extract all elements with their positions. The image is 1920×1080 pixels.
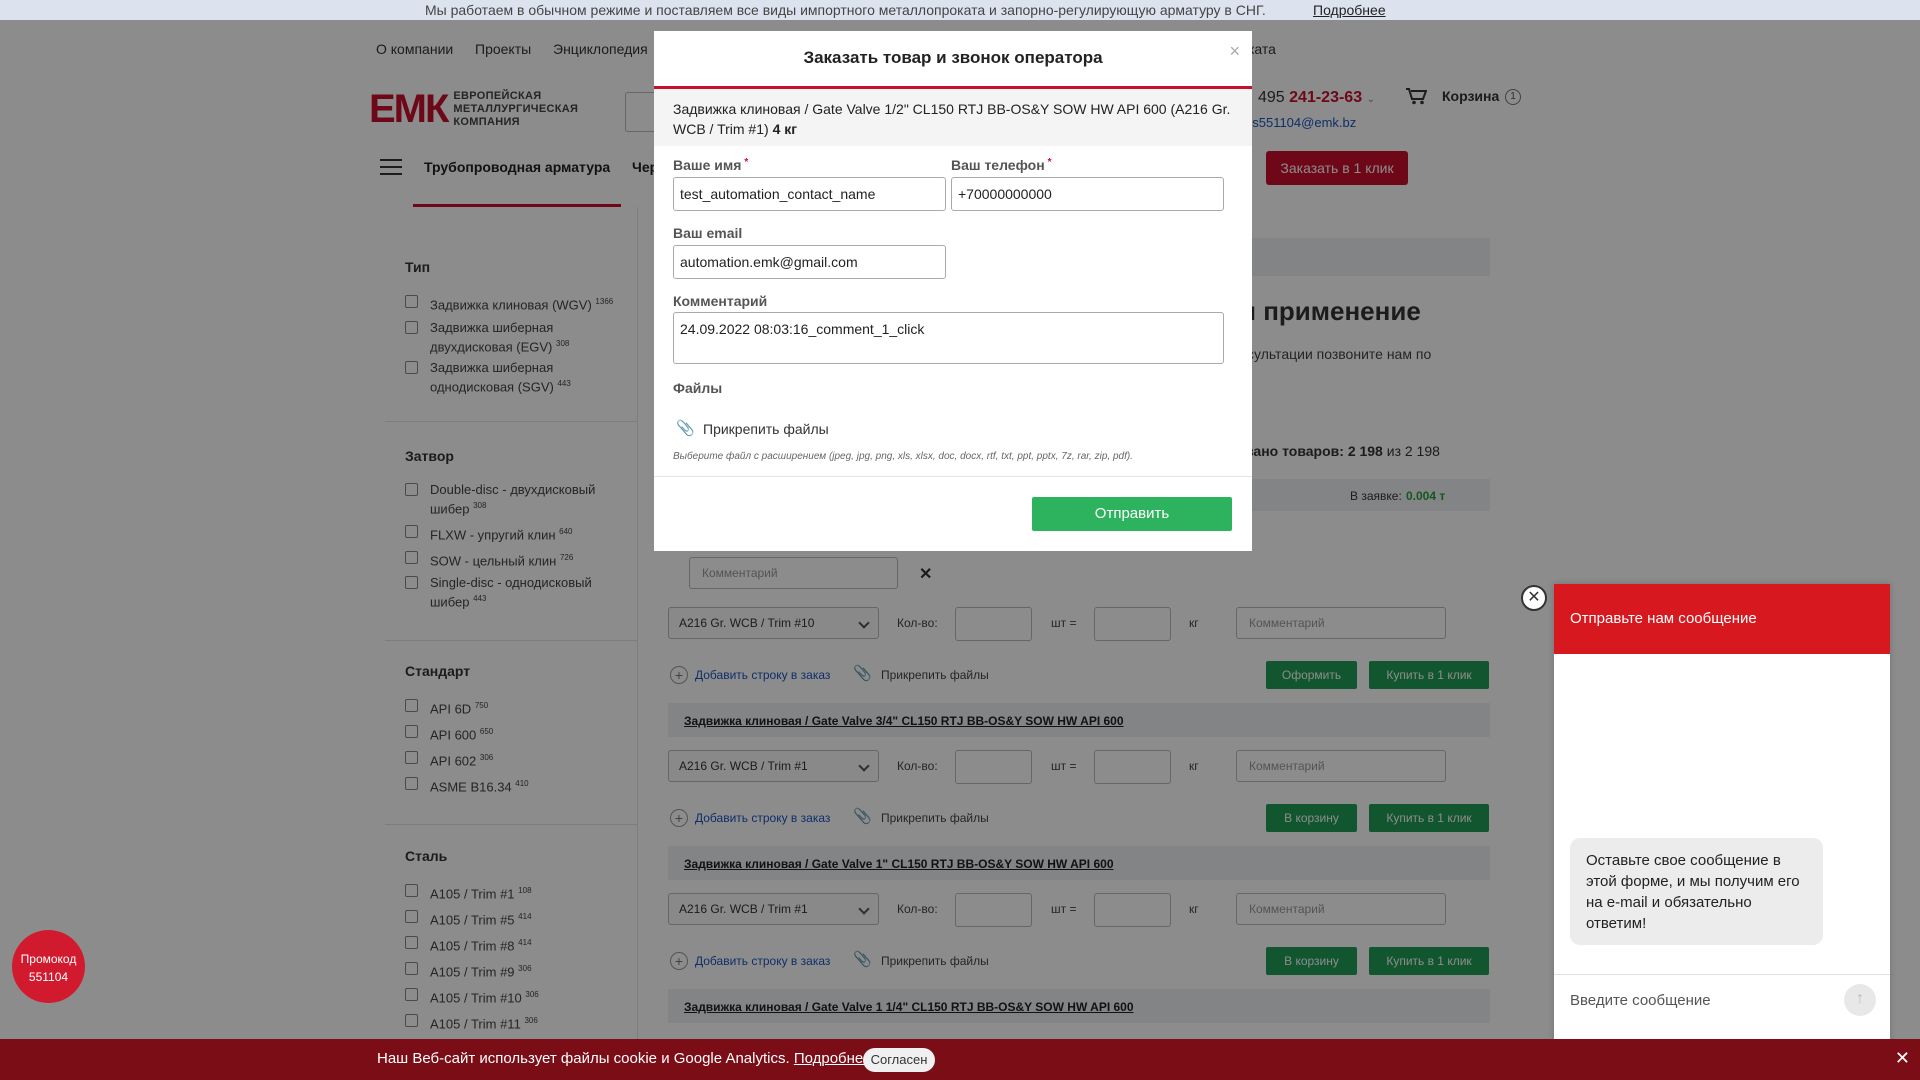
chat-message-input[interactable]: Введите сообщение <box>1570 992 1711 1009</box>
promo-code-badge[interactable]: Промокод 551104 <box>12 930 85 1003</box>
phone-label: Ваш телефон * <box>951 157 1052 173</box>
paperclip-icon[interactable]: 📎 <box>676 419 695 437</box>
phone-field[interactable]: +70000000000 <box>951 177 1224 211</box>
required-mark: * <box>744 157 749 168</box>
top-notice-bar: Мы работаем в обычном режиме и поставляе… <box>0 0 1920 20</box>
email-label: Ваш email <box>673 225 743 241</box>
close-icon[interactable]: ✕ <box>1895 1048 1910 1069</box>
attach-files-link[interactable]: Прикрепить файлы <box>703 421 829 437</box>
notice-message: Мы работаем в обычном режиме и поставляе… <box>425 2 1266 18</box>
promo-label: Промокод <box>20 952 77 966</box>
divider <box>1554 974 1890 975</box>
submit-button[interactable]: Отправить <box>1032 497 1232 531</box>
cookie-more-link[interactable]: Подробнее <box>794 1050 872 1067</box>
name-field[interactable]: test_automation_contact_name <box>673 177 946 211</box>
modal-header: Заказать товар и звонок оператора × <box>654 31 1252 89</box>
order-modal: Заказать товар и звонок оператора × Задв… <box>654 31 1252 551</box>
cookie-banner: Наш Веб-сайт использует файлы cookie и G… <box>0 1039 1920 1080</box>
promo-code: 551104 <box>28 970 69 984</box>
cookie-agree-button[interactable]: Согласен <box>863 1048 935 1072</box>
name-label-text: Ваше имя <box>673 157 742 173</box>
chat-message-bubble: Оставьте свое сообщение в этой форме, и … <box>1570 838 1823 945</box>
comment-textarea[interactable]: 24.09.2022 08:03:16_comment_1_click <box>673 312 1224 364</box>
modal-product-info: Задвижка клиновая / Gate Valve 1/2" CL15… <box>654 89 1252 146</box>
divider <box>654 476 1252 477</box>
modal-title: Заказать товар и звонок оператора <box>803 48 1103 67</box>
chat-close-button[interactable]: ✕ <box>1521 585 1547 611</box>
phone-label-text: Ваш телефон <box>951 157 1045 173</box>
comment-label: Комментарий <box>673 293 768 309</box>
modal-product-name: Задвижка клиновая / Gate Valve 1/2" CL15… <box>673 101 1231 137</box>
chat-title: Отправьте нам сообщение <box>1570 610 1757 627</box>
files-label: Файлы <box>673 380 723 396</box>
required-mark: * <box>1047 157 1052 168</box>
cookie-text: Наш Веб-сайт использует файлы cookie и G… <box>377 1050 872 1067</box>
chat-widget: Отправьте нам сообщение Оставьте свое со… <box>1554 584 1890 1080</box>
chat-header: Отправьте нам сообщение <box>1554 584 1890 654</box>
send-icon[interactable]: ↑ <box>1844 984 1876 1016</box>
email-field[interactable]: automation.emk@gmail.com <box>673 245 946 279</box>
close-icon[interactable]: × <box>1229 41 1240 62</box>
files-hint: Выберите файл с расширением (jpeg, jpg, … <box>673 451 1133 462</box>
name-label: Ваше имя * <box>673 157 748 173</box>
notice-more-link[interactable]: Подробнее <box>1313 2 1386 18</box>
cookie-message: Наш Веб-сайт использует файлы cookie и G… <box>377 1050 790 1067</box>
modal-product-weight: 4 кг <box>772 121 798 137</box>
